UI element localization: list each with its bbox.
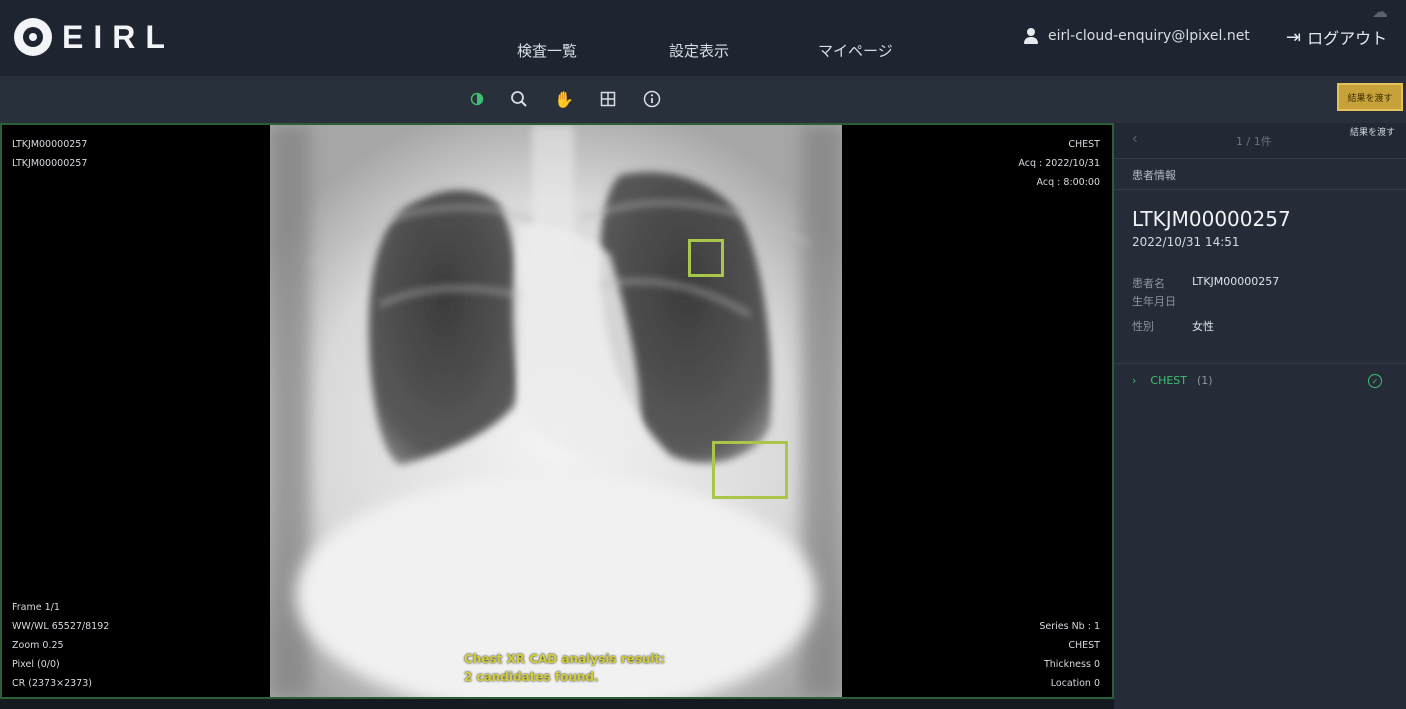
overlay-thickness: Thickness 0 <box>1043 659 1100 670</box>
overlay-body-part: CHEST <box>1068 139 1100 150</box>
birthdate-label: 生年月日 <box>1132 295 1176 308</box>
logo-text: EIRL <box>62 18 175 55</box>
cad-candidate-box[interactable] <box>712 441 788 499</box>
patient-name-label: 患者名 <box>1132 277 1165 290</box>
previous-chevron-icon[interactable]: ‹ <box>1132 131 1138 147</box>
overlay-top-right: CHEST Acq : 2022/10/31 Acq : 8:00:00 <box>1018 135 1100 192</box>
chest-xray-image <box>270 125 842 697</box>
report-button[interactable]: 結果を渡す <box>1337 83 1403 111</box>
zoom-tool[interactable] <box>507 87 531 111</box>
overlay-series-body-part: CHEST <box>1068 640 1100 651</box>
viewer-toolbar: ✋ <box>0 76 1406 123</box>
nav-my-page[interactable]: マイページ <box>818 40 893 61</box>
patient-name-value: LTKJM00000257 <box>1192 275 1280 288</box>
image-viewport[interactable]: LTKJM00000257 LTKJM00000257 CHEST Acq : … <box>0 123 1114 699</box>
side-action-button[interactable]: 結果を渡す <box>1350 125 1395 138</box>
overlay-modality-size: CR (2373×2373) <box>12 678 92 689</box>
overlay-bottom-right: Series Nb : 1 CHEST Thickness 0 Location… <box>1039 617 1100 693</box>
top-header: EIRL 検査一覧 設定表示 マイページ eirl-cloud-enquiry@… <box>0 0 1406 76</box>
overlay-pixel: Pixel (0/0) <box>12 659 60 670</box>
bottom-strip <box>0 699 1114 709</box>
overlay-patient-name: LTKJM00000257 <box>12 158 88 169</box>
overlay-patient-id: LTKJM00000257 <box>12 139 88 150</box>
eirl-logo[interactable]: EIRL <box>14 18 175 56</box>
overlay-location: Location 0 <box>1050 678 1100 689</box>
cad-result-line-2: 2 candidates found. <box>464 670 599 684</box>
series-item-chest[interactable]: › CHEST (1) <box>1132 374 1213 387</box>
user-email: eirl-cloud-enquiry@lpixel.net <box>1048 28 1250 44</box>
user-icon <box>1022 27 1040 45</box>
contrast-icon <box>470 92 484 106</box>
overlay-series-number: Series Nb : 1 <box>1039 621 1100 632</box>
info-icon <box>643 90 661 108</box>
eirl-logo-mark-icon <box>14 18 52 56</box>
user-account[interactable]: eirl-cloud-enquiry@lpixel.net <box>1022 27 1250 45</box>
side-panel: ‹ 1 / 1件 結果を渡す 患者情報 LTKJM00000257 2022/1… <box>1114 123 1406 709</box>
overlay-top-left: LTKJM00000257 LTKJM00000257 <box>12 135 87 173</box>
zoom-icon <box>511 91 527 107</box>
side-panel-navigation: ‹ 1 / 1件 結果を渡す <box>1114 123 1406 159</box>
series-count: (1) <box>1197 374 1213 387</box>
patient-info-section-title: 患者情報 <box>1132 169 1176 182</box>
logout-icon: ⇥ <box>1286 26 1302 48</box>
study-count: 1 / 1件 <box>1236 135 1272 148</box>
overlay-acq-time: Acq : 8:00:00 <box>1036 177 1100 188</box>
overlay-acq-date: Acq : 2022/10/31 <box>1018 158 1100 169</box>
series-check-icon: ✓ <box>1368 374 1382 388</box>
chest-xray-graphic <box>270 125 842 697</box>
expand-chevron-icon: › <box>1132 374 1137 387</box>
cad-candidate-box[interactable] <box>688 239 724 277</box>
nav-settings-view[interactable]: 設定表示 <box>669 40 729 61</box>
overlay-window-level: WW/WL 65527/8192 <box>12 621 110 632</box>
series-label: CHEST <box>1150 374 1188 387</box>
divider <box>1114 363 1406 364</box>
cloud-icon: ☁ <box>1372 2 1388 21</box>
overlay-frame: Frame 1/1 <box>12 602 60 613</box>
study-datetime: 2022/10/31 14:51 <box>1132 235 1240 249</box>
info-tool[interactable] <box>640 87 664 111</box>
patient-id-heading: LTKJM00000257 <box>1132 207 1291 231</box>
pan-hand-icon: ✋ <box>554 89 574 109</box>
layout-tool[interactable] <box>596 87 620 111</box>
divider <box>1114 189 1406 190</box>
logout-button[interactable]: ⇥ ログアウト <box>1286 25 1387 49</box>
contrast-tool[interactable] <box>465 87 489 111</box>
sex-value: 女性 <box>1192 320 1214 333</box>
nav-study-list[interactable]: 検査一覧 <box>517 40 577 61</box>
cad-result-line-1: Chest XR CAD analysis result: <box>464 652 666 666</box>
logout-label: ログアウト <box>1307 29 1388 48</box>
cad-result-message: Chest XR CAD analysis result: 2 candidat… <box>464 650 665 686</box>
sex-label: 性別 <box>1132 320 1154 333</box>
layout-grid-icon <box>600 91 616 107</box>
overlay-bottom-left: Frame 1/1 WW/WL 65527/8192 Zoom 0.25 Pix… <box>12 598 109 693</box>
overlay-zoom: Zoom 0.25 <box>12 640 64 651</box>
pan-tool[interactable]: ✋ <box>552 87 576 111</box>
